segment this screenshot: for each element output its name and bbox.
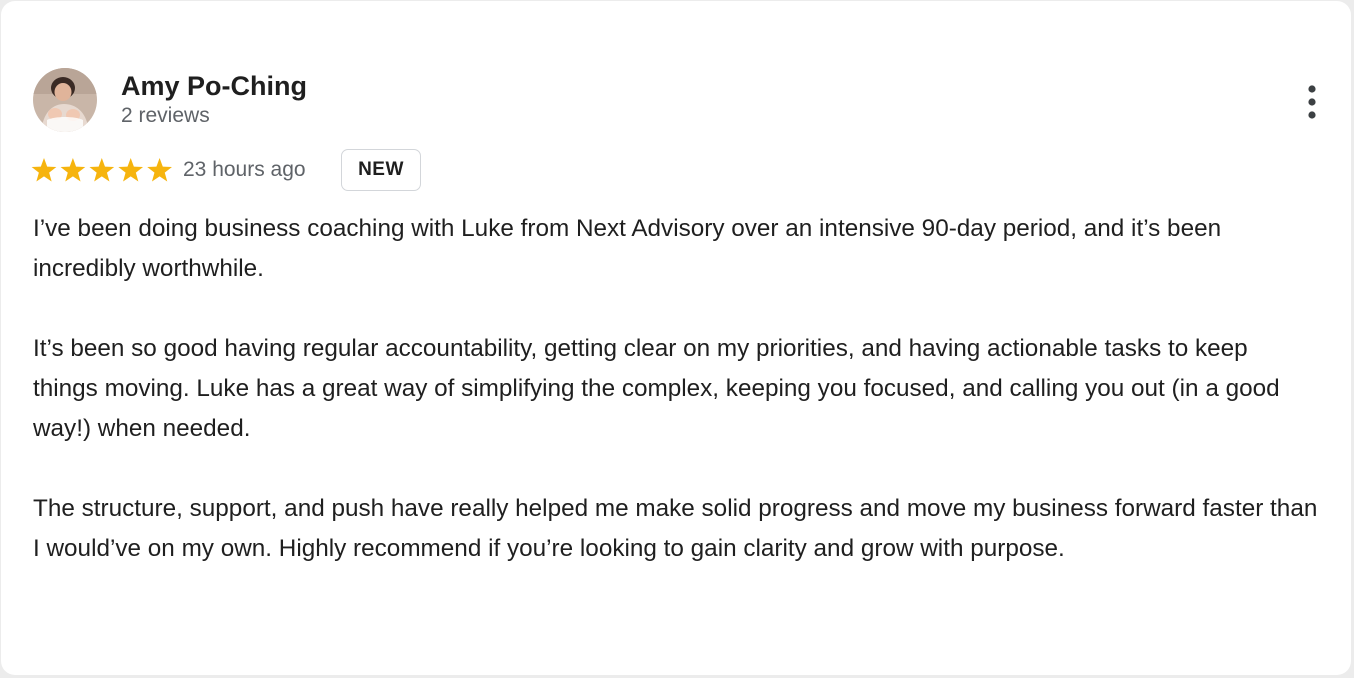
author-name[interactable]: Amy Po-Ching <box>121 70 307 102</box>
review-time: 23 hours ago <box>183 158 306 181</box>
star-icon <box>118 158 144 182</box>
more-options-button[interactable] <box>1297 83 1329 123</box>
review-paragraph: I’ve been doing business coaching with L… <box>33 215 1222 282</box>
avatar-image <box>33 68 97 132</box>
star-icon <box>89 158 115 182</box>
star-icon <box>60 158 86 182</box>
new-badge: NEW <box>341 149 421 191</box>
review-paragraph: It’s been so good having regular account… <box>33 335 1280 442</box>
more-vert-icon <box>1308 85 1316 119</box>
author-review-count: 2 reviews <box>121 104 210 127</box>
star-icon <box>147 158 172 182</box>
review-card: Amy Po-Ching 2 reviews 23 hours ago NEW … <box>1 1 1351 675</box>
star-icon <box>31 158 57 182</box>
star-rating <box>31 157 173 183</box>
avatar[interactable] <box>33 68 97 132</box>
review-paragraph: The structure, support, and push have re… <box>33 495 1318 562</box>
review-text: I’ve been doing business coaching with L… <box>33 209 1318 609</box>
